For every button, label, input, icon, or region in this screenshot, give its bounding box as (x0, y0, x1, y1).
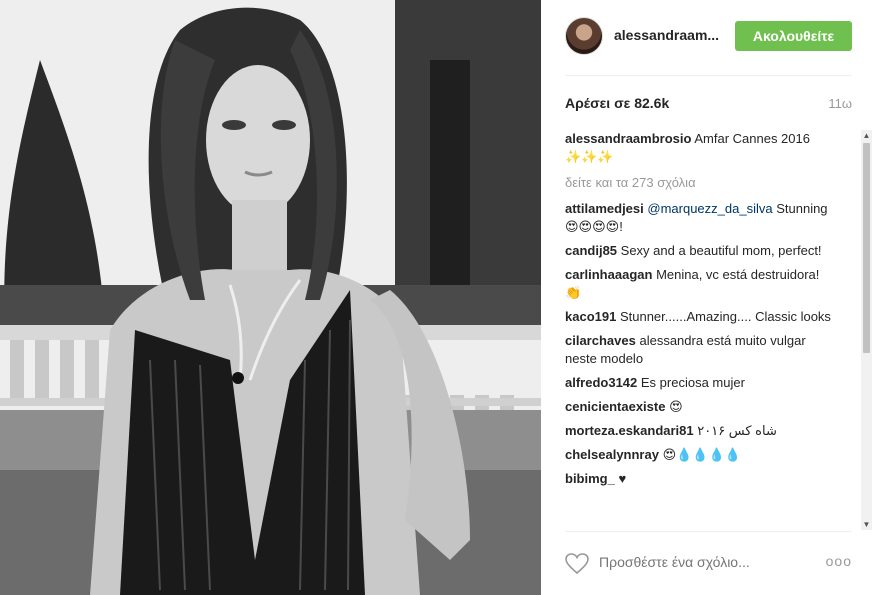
comment-username[interactable]: carlinhaaagan (565, 267, 652, 282)
comment-item: alfredo3142 Es preciosa mujer (565, 374, 837, 392)
post-sidebar: alessandraam... Ακολουθείτε Αρέσει σε 82… (541, 0, 874, 595)
comment-text: ♥ (618, 471, 627, 486)
comment-username[interactable]: attilamedjesi (565, 201, 644, 216)
caption: alessandraambrosio Amfar Cannes 2016 ✨✨✨ (565, 130, 837, 166)
scroll-up-icon[interactable]: ▲ (861, 130, 872, 141)
caption-username[interactable]: alessandraambrosio (565, 131, 691, 146)
comment-item: attilamedjesi @marquezz_da_silva Stunnin… (565, 200, 837, 236)
comment-item: cenicientaexiste 😍 (565, 398, 837, 416)
comment-item: cilarchaves alessandra está muito vulgar… (565, 332, 837, 368)
scroll-thumb[interactable] (863, 143, 870, 353)
comment-text: شاه کس ۲۰۱۶ (697, 423, 777, 438)
comment-text: Sexy and a beautiful mom, perfect! (620, 243, 822, 258)
comment-footer: ooo (565, 548, 852, 578)
likes-count[interactable]: Αρέσει σε 82.6k (565, 95, 669, 111)
comment-username[interactable]: morteza.eskandari81 (565, 423, 694, 438)
comment-item: chelsealynnray 😍💧💧💧💧 (565, 446, 837, 464)
photo-illustration (0, 0, 541, 595)
header-divider (565, 75, 852, 76)
comment-text: 😍💧💧💧💧 (662, 447, 741, 462)
more-options-icon[interactable]: ooo (826, 553, 852, 569)
comment-username[interactable]: alfredo3142 (565, 375, 637, 390)
comment-username[interactable]: bibimg_ (565, 471, 615, 486)
comment-item: candij85 Sexy and a beautiful mom, perfe… (565, 242, 837, 260)
comment-text: Stunner......Amazing.... Classic looks (619, 309, 831, 324)
comment-item: morteza.eskandari81 شاه کس ۲۰۱۶ (565, 422, 837, 440)
username-link[interactable]: alessandraam... (614, 27, 719, 43)
scroll-down-icon[interactable]: ▼ (861, 519, 872, 530)
comment-username[interactable]: cilarchaves (565, 333, 636, 348)
avatar[interactable] (565, 17, 603, 55)
comment-text: 😍 (669, 399, 683, 414)
likes-row: Αρέσει σε 82.6k 11ω (565, 95, 852, 115)
comment-item: carlinhaaagan Menina, vc está destruidor… (565, 266, 837, 302)
comment-item: kaco191 Stunner......Amazing.... Classic… (565, 308, 837, 326)
comment-item: bibimg_ ♥ (565, 470, 837, 488)
post-header: alessandraam... Ακολουθείτε (541, 0, 874, 76)
comment-username[interactable]: kaco191 (565, 309, 616, 324)
follow-button[interactable]: Ακολουθείτε (735, 21, 852, 51)
comment-username[interactable]: chelsealynnray (565, 447, 659, 462)
comments-list[interactable]: alessandraambrosio Amfar Cannes 2016 ✨✨✨… (565, 130, 859, 530)
post-photo[interactable] (0, 0, 541, 595)
post-modal: alessandraam... Ακολουθείτε Αρέσει σε 82… (0, 0, 874, 595)
comment-mention[interactable]: @marquezz_da_silva (647, 201, 772, 216)
post-time[interactable]: 11ω (828, 96, 852, 111)
comments-scrollbar[interactable]: ▲ ▼ (861, 130, 872, 530)
footer-divider (565, 531, 852, 532)
comment-text: Es preciosa mujer (640, 375, 745, 390)
heart-icon[interactable] (565, 553, 589, 575)
comment-username[interactable]: cenicientaexiste (565, 399, 665, 414)
view-all-comments-link[interactable]: δείτε και τα 273 σχόλια (565, 174, 859, 192)
comment-username[interactable]: candij85 (565, 243, 617, 258)
add-comment-input[interactable] (599, 554, 799, 570)
